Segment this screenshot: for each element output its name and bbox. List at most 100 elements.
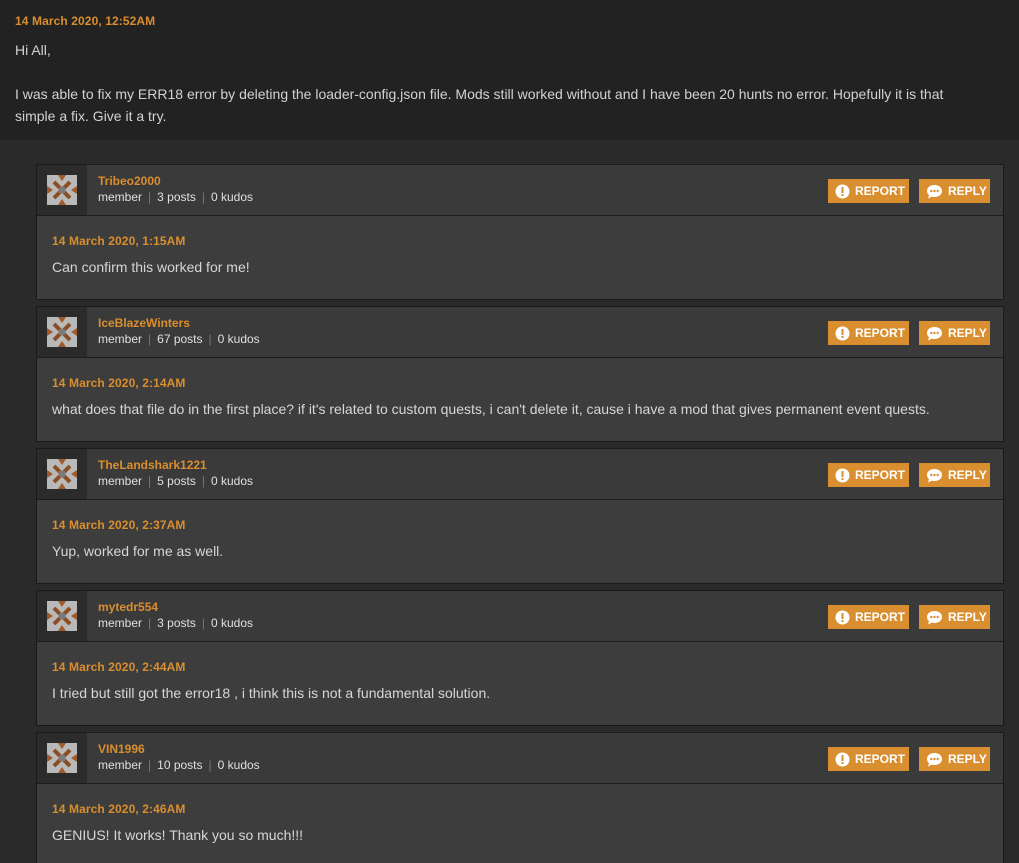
report-label: REPORT xyxy=(855,610,906,624)
report-button[interactable]: REPORT xyxy=(828,747,909,771)
meta-separator: | xyxy=(148,758,152,772)
replies-list: Tribeo2000 member | 3 posts | 0 kudos REPORT… xyxy=(36,164,1004,863)
author-role: member xyxy=(98,758,143,772)
reply-card: IceBlazeWinters member | 67 posts | 0 kudos … xyxy=(36,306,1004,442)
author-kudos: 0 kudos xyxy=(217,332,260,346)
post-text-line-1: I was able to fix my ERR18 error by dele… xyxy=(15,86,944,102)
meta-separator: | xyxy=(201,474,205,488)
post-body: Hi All, I was able to fix my ERR18 error… xyxy=(15,39,1004,127)
meta-separator: | xyxy=(208,332,212,346)
author-post-count: 5 posts xyxy=(157,474,196,488)
default-avatar-icon xyxy=(47,317,77,347)
reply-body: 14 March 2020, 2:44AM I tried but still … xyxy=(37,642,1003,702)
author-name[interactable]: TheLandshark1221 xyxy=(98,458,207,472)
reply-body: 14 March 2020, 1:15AM Can confirm this w… xyxy=(37,216,1003,276)
report-label: REPORT xyxy=(855,184,906,198)
author-kudos: 0 kudos xyxy=(210,474,253,488)
author-name[interactable]: VIN1996 xyxy=(98,742,145,756)
default-avatar-icon xyxy=(47,175,77,205)
replies-section: Tribeo2000 member | 3 posts | 0 kudos REPORT… xyxy=(0,140,1019,863)
author-name[interactable]: mytedr554 xyxy=(98,600,158,614)
author-meta: member | 10 posts | 0 kudos xyxy=(98,758,260,772)
author-role: member xyxy=(98,190,143,204)
forum-thread-page: 14 March 2020, 12:52AM Hi All, I was abl… xyxy=(0,0,1019,863)
avatar[interactable] xyxy=(37,165,87,215)
author-post-count: 3 posts xyxy=(157,190,196,204)
meta-separator: | xyxy=(148,474,152,488)
avatar[interactable] xyxy=(37,449,87,499)
author-post-count: 67 posts xyxy=(157,332,203,346)
parent-post: 14 March 2020, 12:52AM Hi All, I was abl… xyxy=(0,0,1019,140)
author-kudos: 0 kudos xyxy=(210,616,253,630)
author-meta: member | 67 posts | 0 kudos xyxy=(98,332,260,346)
reply-date: 14 March 2020, 2:44AM xyxy=(52,660,186,674)
reply-card: mytedr554 member | 3 posts | 0 kudos REPORT … xyxy=(36,590,1004,726)
post-date: 14 March 2020, 12:52AM xyxy=(15,14,156,28)
alert-icon xyxy=(835,326,850,340)
reply-label: REPLY xyxy=(948,468,987,482)
speech-bubble-icon xyxy=(927,610,942,624)
alert-icon xyxy=(835,610,850,624)
reply-card: Tribeo2000 member | 3 posts | 0 kudos REPORT… xyxy=(36,164,1004,300)
reply-button[interactable]: REPLY xyxy=(919,605,990,629)
reply-date: 14 March 2020, 1:15AM xyxy=(52,234,186,248)
reply-card: VIN1996 member | 10 posts | 0 kudos REPORT R… xyxy=(36,732,1004,863)
reply-header: mytedr554 member | 3 posts | 0 kudos REPORT … xyxy=(37,591,1003,642)
reply-text: what does that file do in the first plac… xyxy=(52,401,930,417)
reply-header: IceBlazeWinters member | 67 posts | 0 kudos … xyxy=(37,307,1003,358)
avatar[interactable] xyxy=(37,591,87,641)
alert-icon xyxy=(835,468,850,482)
reply-button[interactable]: REPLY xyxy=(919,747,990,771)
avatar[interactable] xyxy=(37,733,87,783)
reply-text: I tried but still got the error18 , i th… xyxy=(52,685,491,701)
reply-body: 14 March 2020, 2:46AM GENIUS! It works! … xyxy=(37,784,1003,844)
meta-separator: | xyxy=(201,616,205,630)
reply-text: GENIUS! It works! Thank you so much!!! xyxy=(52,827,304,843)
author-name[interactable]: Tribeo2000 xyxy=(98,174,161,188)
post-greeting: Hi All, xyxy=(15,42,51,58)
reply-label: REPLY xyxy=(948,184,987,198)
reply-label: REPLY xyxy=(948,752,987,766)
author-meta: member | 3 posts | 0 kudos xyxy=(98,190,253,204)
reply-date: 14 March 2020, 2:14AM xyxy=(52,376,186,390)
author-post-count: 3 posts xyxy=(157,616,196,630)
reply-text: Yup, worked for me as well. xyxy=(52,543,224,559)
report-label: REPORT xyxy=(855,752,906,766)
report-label: REPORT xyxy=(855,468,906,482)
reply-button[interactable]: REPLY xyxy=(919,321,990,345)
author-kudos: 0 kudos xyxy=(217,758,260,772)
author-meta: member | 3 posts | 0 kudos xyxy=(98,616,253,630)
reply-body: 14 March 2020, 2:14AM what does that fil… xyxy=(37,358,1003,418)
author-role: member xyxy=(98,474,143,488)
report-button[interactable]: REPORT xyxy=(828,605,909,629)
speech-bubble-icon xyxy=(927,184,942,198)
post-text-line-2: simple a fix. Give it a try. xyxy=(15,108,167,124)
reply-label: REPLY xyxy=(948,326,987,340)
reply-date: 14 March 2020, 2:46AM xyxy=(52,802,186,816)
reply-card: TheLandshark1221 member | 5 posts | 0 kudos … xyxy=(36,448,1004,584)
author-post-count: 10 posts xyxy=(157,758,203,772)
default-avatar-icon xyxy=(47,459,77,489)
reply-body: 14 March 2020, 2:37AM Yup, worked for me… xyxy=(37,500,1003,560)
speech-bubble-icon xyxy=(927,468,942,482)
report-button[interactable]: REPORT xyxy=(828,463,909,487)
speech-bubble-icon xyxy=(927,752,942,766)
reply-header: Tribeo2000 member | 3 posts | 0 kudos REPORT… xyxy=(37,165,1003,216)
reply-button[interactable]: REPLY xyxy=(919,179,990,203)
default-avatar-icon xyxy=(47,743,77,773)
meta-separator: | xyxy=(208,758,212,772)
reply-text: Can confirm this worked for me! xyxy=(52,259,250,275)
reply-button[interactable]: REPLY xyxy=(919,463,990,487)
report-button[interactable]: REPORT xyxy=(828,321,909,345)
reply-header: TheLandshark1221 member | 5 posts | 0 kudos … xyxy=(37,449,1003,500)
avatar[interactable] xyxy=(37,307,87,357)
author-role: member xyxy=(98,616,143,630)
author-role: member xyxy=(98,332,143,346)
meta-separator: | xyxy=(201,190,205,204)
meta-separator: | xyxy=(148,332,152,346)
alert-icon xyxy=(835,184,850,198)
reply-date: 14 March 2020, 2:37AM xyxy=(52,518,186,532)
report-button[interactable]: REPORT xyxy=(828,179,909,203)
author-name[interactable]: IceBlazeWinters xyxy=(98,316,190,330)
